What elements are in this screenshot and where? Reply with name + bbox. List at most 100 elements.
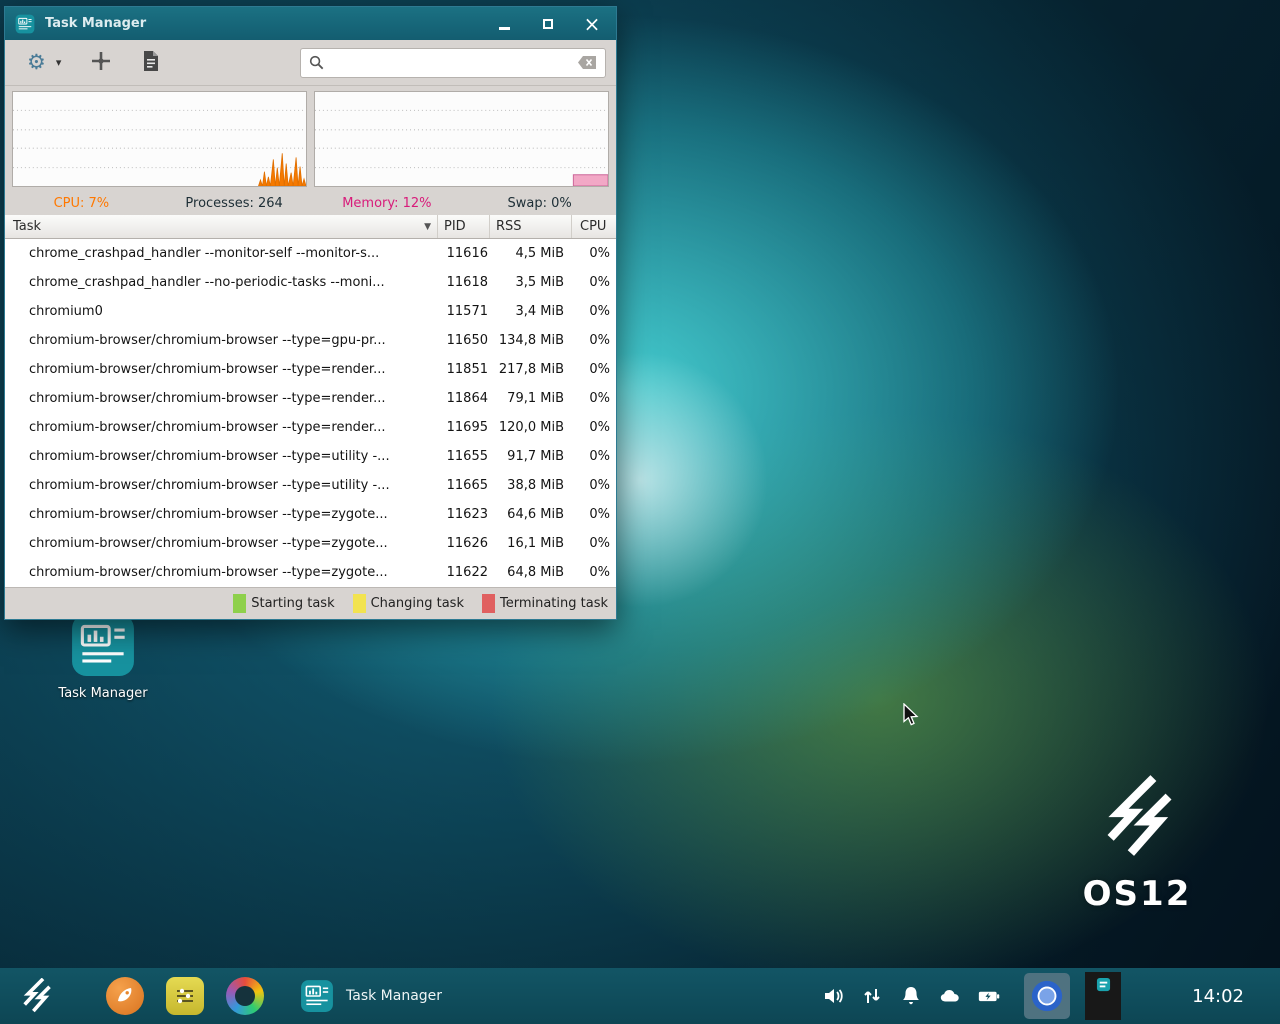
rss-cell: 134,8 MiB [490, 333, 572, 348]
column-header-task[interactable]: Task ▼ [5, 215, 438, 238]
pid-cell: 11571 [438, 304, 490, 319]
pid-cell: 11695 [438, 420, 490, 435]
table-row[interactable]: chromium-browser/chromium-browser --type… [5, 558, 616, 587]
window-title: Task Manager [45, 16, 146, 31]
pid-cell: 11851 [438, 362, 490, 377]
column-header-cpu[interactable]: CPU [572, 215, 616, 238]
rss-cell: 217,8 MiB [490, 362, 572, 377]
cpu-cell: 0% [572, 449, 616, 464]
tray-overflow-button[interactable] [1085, 972, 1121, 1020]
quick-launchers [106, 977, 264, 1015]
column-header-pid[interactable]: PID [438, 215, 490, 238]
clock[interactable]: 14:02 [1192, 986, 1244, 1007]
show-full-command-button[interactable] [143, 51, 159, 75]
volume-button[interactable] [821, 984, 845, 1008]
cpu-cell: 0% [572, 246, 616, 261]
cpu-cell: 0% [572, 304, 616, 319]
cpu-cell: 0% [572, 275, 616, 290]
legend-terminating-task: Terminating task [482, 594, 608, 613]
process-table: chrome_crashpad_handler --monitor-self -… [5, 239, 616, 587]
desktop-icon-task-manager[interactable]: Task Manager [58, 612, 148, 701]
table-row[interactable]: chromium-browser/chromium-browser --type… [5, 500, 616, 529]
column-header-rss[interactable]: RSS [490, 215, 572, 238]
cpu-stat: CPU: 7% [5, 196, 158, 211]
cpu-cell: 0% [572, 391, 616, 406]
rss-cell: 64,8 MiB [490, 565, 572, 580]
search-box [300, 48, 606, 78]
maximize-button[interactable] [540, 16, 556, 32]
rss-cell: 91,7 MiB [490, 449, 572, 464]
mini-tray-app-icon [1096, 977, 1111, 992]
stats-bar: CPU: 7% Processes: 264 Memory: 12% Swap:… [5, 192, 616, 215]
table-row[interactable]: chrome_crashpad_handler --no-periodic-ta… [5, 268, 616, 297]
speaker-icon [822, 985, 844, 1007]
pid-cell: 11864 [438, 391, 490, 406]
task-manager-icon [69, 612, 137, 678]
cloud-sync-button[interactable] [938, 984, 962, 1008]
task-cell: chromium-browser/chromium-browser --type… [5, 565, 438, 580]
cpu-cell: 0% [572, 478, 616, 493]
table-row[interactable]: chromium-browser/chromium-browser --type… [5, 326, 616, 355]
rss-cell: 3,4 MiB [490, 304, 572, 319]
os-brand-text: OS12 [1052, 874, 1222, 914]
task-manager-icon [300, 979, 334, 1013]
launcher-settings-button[interactable] [166, 977, 204, 1015]
pid-cell: 11650 [438, 333, 490, 348]
pick-process-button[interactable] [91, 51, 111, 75]
maximize-icon [543, 19, 553, 29]
settings-gear-icon[interactable]: ⚙ [27, 52, 46, 73]
sort-descending-icon: ▼ [424, 222, 431, 232]
legend-starting-task: Starting task [233, 594, 334, 613]
up-down-arrows-icon [861, 985, 883, 1007]
close-button[interactable]: × [584, 16, 600, 32]
battery-button[interactable] [977, 984, 1001, 1008]
cpu-cell: 0% [572, 362, 616, 377]
launcher-software-center-button[interactable] [226, 977, 264, 1015]
task-cell: chrome_crashpad_handler --no-periodic-ta… [5, 275, 438, 290]
processes-stat: Processes: 264 [158, 196, 311, 211]
rss-cell: 16,1 MiB [490, 536, 572, 551]
rss-cell: 79,1 MiB [490, 391, 572, 406]
notifications-button[interactable] [899, 984, 923, 1008]
chromium-icon [1030, 979, 1064, 1013]
window-icon [15, 14, 35, 34]
launcher-browser-button[interactable] [106, 977, 144, 1015]
legend-bar: Starting task Changing task Terminating … [5, 587, 616, 619]
task-manager-window: Task Manager × ⚙ ▾ [4, 6, 617, 620]
clear-search-icon[interactable] [578, 56, 597, 69]
minimize-button[interactable] [496, 16, 512, 32]
task-cell: chromium-browser/chromium-browser --type… [5, 362, 438, 377]
table-row[interactable]: chromium-browser/chromium-browser --type… [5, 413, 616, 442]
changing-task-swatch-icon [353, 594, 366, 613]
pid-cell: 11665 [438, 478, 490, 493]
table-header: Task ▼ PID RSS CPU [5, 215, 616, 239]
table-row[interactable]: chromium-browser/chromium-browser --type… [5, 384, 616, 413]
table-row[interactable]: chrome_crashpad_handler --monitor-self -… [5, 239, 616, 268]
taskbar-item-task-manager[interactable]: Task Manager [300, 979, 442, 1013]
pid-cell: 11622 [438, 565, 490, 580]
rss-cell: 38,8 MiB [490, 478, 572, 493]
titlebar[interactable]: Task Manager × [5, 7, 616, 40]
close-icon: × [584, 17, 601, 31]
table-row[interactable]: chromium-browser/chromium-browser --type… [5, 442, 616, 471]
memory-stat: Memory: 12% [311, 196, 464, 211]
task-cell: chromium-browser/chromium-browser --type… [5, 536, 438, 551]
table-row[interactable]: chromium0 11571 3,4 MiB 0% [5, 297, 616, 326]
cpu-cell: 0% [572, 536, 616, 551]
task-cell: chromium-browser/chromium-browser --type… [5, 333, 438, 348]
table-row[interactable]: chromium-browser/chromium-browser --type… [5, 529, 616, 558]
task-cell: chromium-browser/chromium-browser --type… [5, 420, 438, 435]
graphs-panel [5, 86, 616, 192]
rss-cell: 120,0 MiB [490, 420, 572, 435]
chromium-tray-button[interactable] [1024, 973, 1070, 1019]
settings-dropdown-arrow-icon[interactable]: ▾ [56, 56, 62, 69]
table-row[interactable]: chromium-browser/chromium-browser --type… [5, 471, 616, 500]
search-input[interactable] [331, 54, 571, 71]
rss-cell: 64,6 MiB [490, 507, 572, 522]
cpu-cell: 0% [572, 507, 616, 522]
network-traffic-button[interactable] [860, 984, 884, 1008]
pid-cell: 11626 [438, 536, 490, 551]
app-menu-button[interactable] [14, 974, 58, 1018]
memory-history-series [573, 175, 608, 186]
table-row[interactable]: chromium-browser/chromium-browser --type… [5, 355, 616, 384]
